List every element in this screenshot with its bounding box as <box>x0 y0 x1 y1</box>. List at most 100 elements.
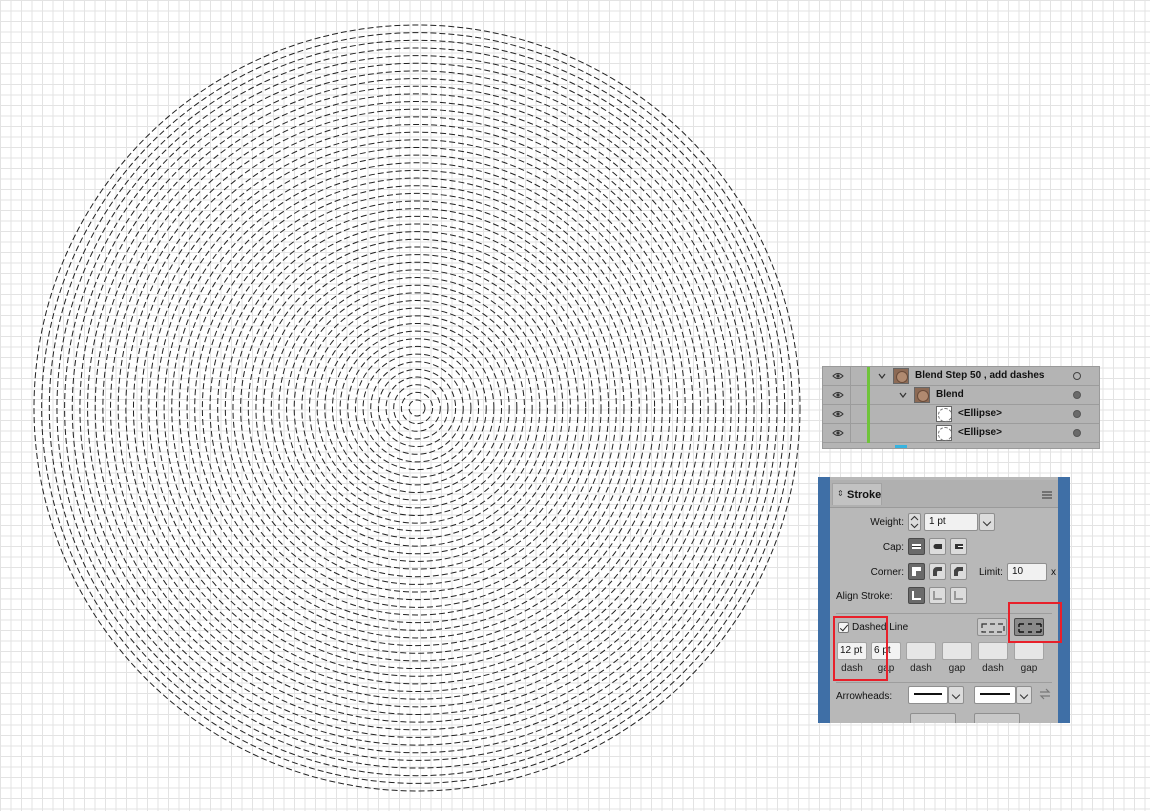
dashed-ring <box>140 131 694 685</box>
weight-input[interactable]: 1 pt <box>924 513 978 531</box>
dashed-ring <box>148 139 686 677</box>
dashed-ring <box>247 238 587 578</box>
layer-color-bar <box>867 405 870 424</box>
row-divider <box>850 405 851 424</box>
row-divider <box>850 424 851 443</box>
row-divider <box>850 367 851 386</box>
arrowheads-label: Arrowheads: <box>836 691 893 702</box>
blend-ring-group[interactable] <box>33 24 801 792</box>
layer-color-bar <box>867 367 870 386</box>
dashed-ring <box>408 399 426 417</box>
dashed-ring <box>79 70 755 746</box>
dashed-ring <box>224 215 610 601</box>
dashed-ring <box>370 361 464 455</box>
dashed-ring <box>41 32 793 784</box>
tab-stroke[interactable]: ⇕ Stroke <box>832 483 882 505</box>
miter-join-icon[interactable] <box>908 563 925 580</box>
align-stroke-label: Align Stroke: <box>836 591 893 602</box>
dash-input-3[interactable] <box>978 642 1008 660</box>
start-arrowhead-select[interactable] <box>908 686 948 704</box>
limit-label: Limit: <box>979 567 1003 578</box>
highlight-dash-gap <box>833 616 888 681</box>
eye-icon[interactable] <box>832 429 844 437</box>
align-outside-icon[interactable] <box>950 587 967 604</box>
dashed-ring <box>117 108 717 708</box>
layer-thumbnail-partial <box>895 445 907 448</box>
weight-dropdown[interactable] <box>979 513 995 531</box>
layer-row-ellipse-2[interactable]: <Ellipse> <box>823 424 1099 443</box>
dashed-ring <box>347 338 487 478</box>
dashed-ring <box>377 368 457 448</box>
panel-menu-icon[interactable] <box>1042 491 1052 499</box>
dash-label-2: dash <box>910 663 932 674</box>
projecting-cap-icon[interactable] <box>950 538 967 555</box>
separator <box>836 682 1052 683</box>
dashed-ring <box>132 123 702 693</box>
dashed-ring <box>209 200 625 616</box>
round-join-icon[interactable] <box>929 563 946 580</box>
dash-label-3: dash <box>982 663 1004 674</box>
layer-color-bar <box>867 424 870 443</box>
dashed-ring <box>331 322 503 494</box>
gap-input-3[interactable] <box>1014 642 1044 660</box>
dashed-ring <box>178 169 656 647</box>
align-inside-icon[interactable] <box>929 587 946 604</box>
layer-thumbnail <box>936 406 952 422</box>
dashed-ring <box>87 78 747 738</box>
eye-icon[interactable] <box>832 391 844 399</box>
dashed-ring <box>278 269 556 547</box>
stroke-panel-frame: ⇕ Stroke Weight: 1 pt Cap: Corner: Limit… <box>818 477 1070 723</box>
eye-icon[interactable] <box>832 410 844 418</box>
dashed-ring <box>56 47 778 769</box>
dashed-ring <box>354 345 480 471</box>
layer-thumbnail <box>893 368 909 384</box>
preserve-dash-icon[interactable] <box>977 618 1007 636</box>
corner-label: Corner: <box>870 567 904 578</box>
swap-arrowheads-icon[interactable] <box>1039 688 1051 700</box>
layers-panel: Blend Step 50 , add dashes Blend <Ellips… <box>822 366 1100 449</box>
row-divider <box>850 386 851 405</box>
eye-icon[interactable] <box>832 372 844 380</box>
gap-input-2[interactable] <box>942 642 972 660</box>
dashed-ring <box>309 300 525 516</box>
dashed-ring <box>324 315 510 501</box>
dashed-ring <box>217 208 617 608</box>
target-circle-icon[interactable] <box>1073 391 1081 399</box>
scale-input-partial[interactable] <box>910 713 956 723</box>
weight-stepper[interactable] <box>908 513 921 531</box>
layer-row-blend-step[interactable]: Blend Step 50 , add dashes <box>823 367 1099 386</box>
chevron-down-icon[interactable] <box>877 371 887 381</box>
bevel-join-icon[interactable] <box>950 563 967 580</box>
limit-input[interactable]: 10 <box>1007 563 1047 581</box>
layer-row-ellipse-1[interactable]: <Ellipse> <box>823 405 1099 424</box>
dashed-ring <box>385 376 449 440</box>
dash-input-2[interactable] <box>906 642 936 660</box>
dashed-ring <box>71 62 763 754</box>
dashed-ring <box>102 93 732 723</box>
layer-row-blend[interactable]: Blend <box>823 386 1099 405</box>
dashed-ring <box>316 307 518 509</box>
layer-name: Blend <box>936 389 964 400</box>
dashed-ring <box>400 391 434 425</box>
end-arrowhead-select[interactable] <box>974 686 1016 704</box>
layer-color-bar <box>867 386 870 405</box>
dashed-ring <box>240 231 594 585</box>
start-arrowhead-dropdown[interactable] <box>948 686 964 704</box>
dashed-ring <box>232 223 602 593</box>
layer-name: Blend Step 50 , add dashes <box>915 370 1045 381</box>
target-circle-icon[interactable] <box>1073 410 1081 418</box>
stroke-panel: ⇕ Stroke Weight: 1 pt Cap: Corner: Limit… <box>830 477 1058 723</box>
dashed-ring <box>94 85 740 731</box>
expand-arrows-icon[interactable]: ⇕ <box>837 489 844 498</box>
chevron-down-icon[interactable] <box>898 390 908 400</box>
dashed-ring <box>155 146 679 670</box>
scale-input-partial[interactable] <box>974 713 1020 723</box>
target-circle-icon[interactable] <box>1073 372 1081 380</box>
butt-cap-icon[interactable] <box>908 538 925 555</box>
target-circle-icon[interactable] <box>1073 429 1081 437</box>
dashed-ring <box>125 116 709 700</box>
align-center-icon[interactable] <box>908 587 925 604</box>
end-arrowhead-dropdown[interactable] <box>1016 686 1032 704</box>
layer-name: <Ellipse> <box>958 408 1002 419</box>
round-cap-icon[interactable] <box>929 538 946 555</box>
